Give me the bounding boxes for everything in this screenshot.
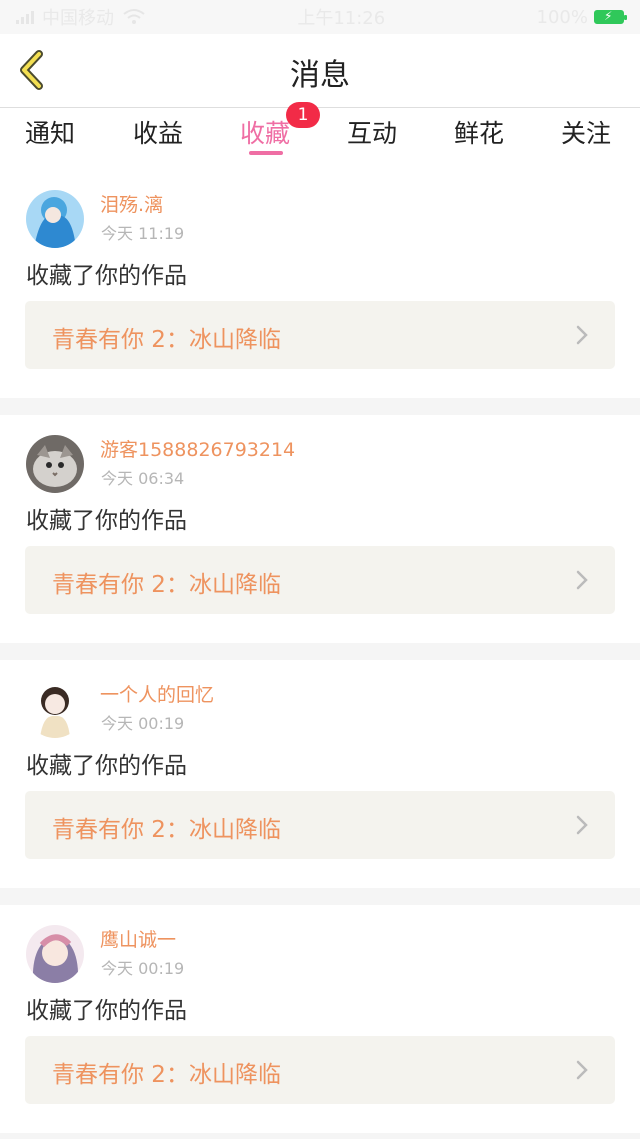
work-link[interactable]: 青春有你 2：冰山降临 <box>25 301 615 369</box>
username[interactable]: 游客1588826793214 <box>100 435 295 462</box>
username[interactable]: 鹰山诚一 <box>100 925 176 952</box>
tab-flowers[interactable]: 鲜花 <box>429 114 529 150</box>
status-left: 中国移动 <box>16 4 146 30</box>
username[interactable]: 一个人的回忆 <box>100 680 214 707</box>
message-text: 收藏了你的作品 <box>26 998 187 1024</box>
message-time: 今天 11:19 <box>101 224 185 243</box>
signal-icon <box>16 10 34 24</box>
work-title: 青春有你 2：冰山降临 <box>52 817 281 843</box>
message-time: 今天 06:34 <box>101 469 185 488</box>
message-card: 游客1588826793214 今天 06:34 收藏了你的作品 青春有你 2：… <box>0 415 640 643</box>
carrier-label: 中国移动 <box>42 8 114 29</box>
avatar[interactable] <box>26 190 84 248</box>
battery-percent: 100% <box>536 6 588 28</box>
username[interactable]: 泪殇.漓 <box>100 190 163 217</box>
battery-status: 100% ⚡ <box>536 6 627 28</box>
work-link[interactable]: 青春有你 2：冰山降临 <box>25 791 615 859</box>
message-time: 今天 00:19 <box>101 959 185 978</box>
wifi-icon <box>123 9 145 24</box>
tab-earnings[interactable]: 收益 <box>108 114 208 150</box>
work-title: 青春有你 2：冰山降临 <box>52 327 281 353</box>
chevron-right-icon <box>576 1060 588 1080</box>
status-time: 上午11:26 <box>297 8 386 29</box>
message-text: 收藏了你的作品 <box>26 753 187 779</box>
chevron-right-icon <box>576 325 588 345</box>
avatar[interactable] <box>26 680 84 738</box>
message-tabs: 通知 收益 收藏 1 互动 鲜花 关注 <box>0 102 640 170</box>
avatar[interactable] <box>26 435 84 493</box>
status-bar: 中国移动 上午11:26 100% ⚡ <box>0 0 640 34</box>
message-card: 一个人的回忆 今天 00:19 收藏了你的作品 青春有你 2：冰山降临 <box>0 660 640 888</box>
page-title: 消息 <box>290 58 350 93</box>
chevron-right-icon <box>576 815 588 835</box>
message-text: 收藏了你的作品 <box>26 263 187 289</box>
chevron-right-icon <box>576 570 588 590</box>
favorites-badge: 1 <box>286 102 320 128</box>
work-link[interactable]: 青春有你 2：冰山降临 <box>25 546 615 614</box>
message-card: 鹰山诚一 今天 00:19 收藏了你的作品 青春有你 2：冰山降临 <box>0 905 640 1133</box>
tab-active-indicator <box>249 151 283 155</box>
tab-notifications[interactable]: 通知 <box>0 114 100 150</box>
work-link[interactable]: 青春有你 2：冰山降临 <box>25 1036 615 1104</box>
nav-bar: 消息 <box>0 34 640 108</box>
battery-icon: ⚡ <box>594 9 627 24</box>
avatar[interactable] <box>26 925 84 983</box>
message-time: 今天 00:19 <box>101 714 185 733</box>
tab-interactions[interactable]: 互动 <box>322 114 422 150</box>
tab-follows[interactable]: 关注 <box>536 114 636 150</box>
work-title: 青春有你 2：冰山降临 <box>52 572 281 598</box>
message-card: 泪殇.漓 今天 11:19 收藏了你的作品 青春有你 2：冰山降临 <box>0 170 640 398</box>
work-title: 青春有你 2：冰山降临 <box>52 1062 281 1088</box>
message-text: 收藏了你的作品 <box>26 508 187 534</box>
